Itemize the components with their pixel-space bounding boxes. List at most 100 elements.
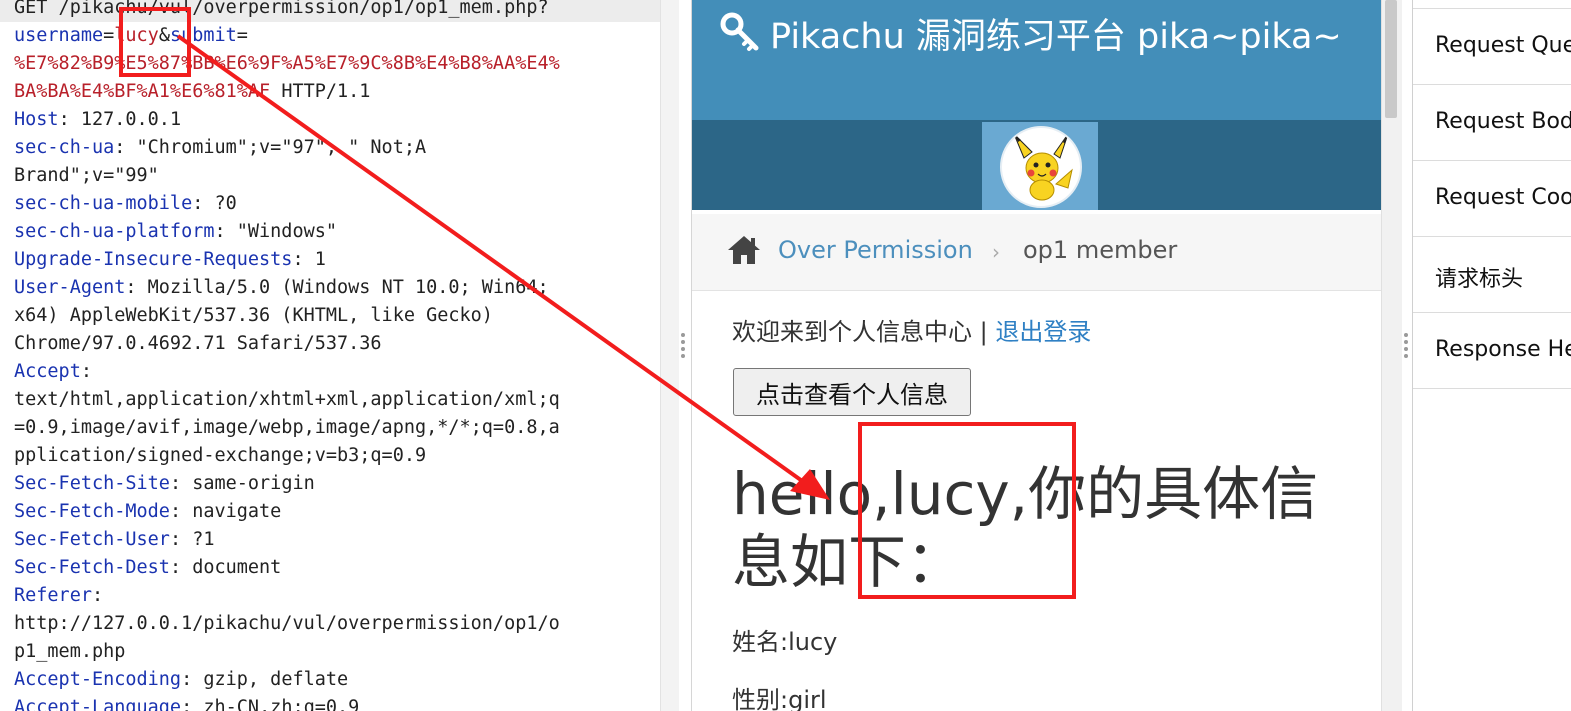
line-text: : navigate — [169, 501, 282, 522]
param-value: BA%BA%E4%BF%A1%E6%81%AF — [14, 81, 271, 102]
line-text: : gzip, deflate — [181, 669, 349, 690]
header-name: username — [14, 25, 104, 46]
header-name: sec-ch-ua-mobile — [14, 193, 193, 214]
line-text: pplication/signed-exchange;v=b3;q=0.9 — [14, 445, 427, 466]
header-name: Accept-Encoding — [14, 669, 182, 690]
gender-line: 性别:girl — [732, 686, 827, 711]
line-text: GET /pikachu/vul/overpermission/op1/op1_… — [14, 0, 549, 18]
request-line[interactable]: GET /pikachu/vul/overpermission/op1/op1_… — [14, 0, 560, 22]
request-line[interactable]: Sec-Fetch-Mode: navigate — [14, 498, 560, 526]
line-text: = — [236, 25, 248, 46]
line-text: = — [103, 25, 115, 46]
site-header: Pikachu 漏洞练习平台 pika~pika~ — [692, 0, 1382, 120]
view-info-button[interactable]: 点击查看个人信息 — [733, 368, 971, 416]
request-line[interactable]: pplication/signed-exchange;v=b3;q=0.9 — [14, 442, 560, 470]
line-text: : "Chromium";v="97", " Not;A — [114, 137, 427, 158]
request-scrollbar[interactable] — [660, 0, 679, 711]
request-line[interactable]: http://127.0.0.1/pikachu/vul/overpermiss… — [14, 610, 560, 638]
inspector-label: Request Bod — [1435, 109, 1571, 134]
line-text: : 1 — [292, 249, 326, 270]
breadcrumb-separator-icon: › — [992, 240, 1000, 264]
right-splitter-handle[interactable] — [1404, 333, 1408, 361]
line-text: : — [91, 585, 104, 606]
request-line[interactable]: sec-ch-ua-platform: "Windows" — [14, 218, 560, 246]
left-splitter-handle[interactable] — [681, 333, 685, 361]
header-name: submit — [169, 25, 237, 46]
home-icon[interactable] — [726, 234, 762, 266]
line-text: : document — [169, 557, 282, 578]
welcome-text: 欢迎来到个人信息中心 | — [732, 318, 996, 346]
request-lines[interactable]: GET /pikachu/vul/overpermission/op1/op1_… — [14, 0, 560, 711]
request-line[interactable]: Sec-Fetch-Dest: document — [14, 554, 560, 582]
inspector-label: 请求标头 — [1435, 267, 1524, 292]
line-text: : ?1 — [169, 529, 215, 550]
request-line[interactable]: Accept-Encoding: gzip, deflate — [14, 666, 560, 694]
header-name: Accept-Language — [14, 697, 182, 711]
request-editor[interactable]: GET /pikachu/vul/overpermission/op1/op1_… — [0, 0, 660, 711]
inspector-request-body[interactable]: Request Bod — [1413, 84, 1571, 160]
request-line[interactable]: Sec-Fetch-Site: same-origin — [14, 470, 560, 498]
inspector-request-cookies[interactable]: Request Coo — [1413, 160, 1571, 236]
request-line[interactable]: Referer: — [14, 582, 560, 610]
line-text: http://127.0.0.1/pikachu/vul/overpermiss… — [14, 613, 560, 634]
request-line[interactable]: Accept-Language: zh-CN,zh;q=0.9 — [14, 694, 560, 711]
line-text: : zh-CN,zh;q=0.9 — [181, 697, 360, 711]
inspector-label: Response He — [1435, 337, 1571, 362]
request-line[interactable]: =0.9,image/avif,image/webp,image/apng,*/… — [14, 414, 560, 442]
line-text: : ?0 — [192, 193, 237, 214]
request-line[interactable]: BA%BA%E4%BF%A1%E6%81%AF HTTP/1.1 — [14, 78, 560, 106]
request-line[interactable]: p1_mem.php — [14, 638, 560, 666]
line-text: Chrome/97.0.4692.71 Safari/537.36 — [14, 333, 382, 354]
render-scrollbar-thumb[interactable] — [1385, 0, 1397, 118]
inspector-request-query[interactable]: Request Que — [1413, 8, 1571, 84]
line-text: & — [158, 25, 170, 46]
hello-heading: hello,lucy,你的具体信息如下： — [732, 460, 1319, 596]
line-text: p1_mem.php — [14, 641, 126, 662]
line-text: =0.9,image/avif,image/webp,image/apng,*/… — [14, 417, 560, 438]
request-line[interactable]: Accept: — [14, 358, 560, 386]
header-name: Referer — [14, 585, 92, 606]
line-text: : Mozilla/5.0 (Windows NT 10.0; Win64; — [125, 277, 549, 298]
line-text: : same-origin — [169, 473, 315, 494]
request-line[interactable]: text/html,application/xhtml+xml,applicat… — [14, 386, 560, 414]
request-line[interactable]: %E7%82%B9%E5%87%BB%E6%9F%A5%E7%9C%8B%E4%… — [14, 50, 560, 78]
breadcrumb-current-page: op1 member — [1023, 236, 1178, 264]
header-name: Upgrade-Insecure-Requests — [14, 249, 293, 270]
pikachu-avatar — [1000, 126, 1082, 208]
request-line[interactable]: Brand";v="99" — [14, 162, 560, 190]
inspector-label: Request Coo — [1435, 185, 1571, 210]
inspector-response-headers[interactable]: Response He — [1413, 312, 1571, 389]
line-text: text/html,application/xhtml+xml,applicat… — [14, 389, 560, 410]
header-name: Accept — [14, 361, 81, 382]
inspector-request-headers[interactable]: 请求标头 — [1413, 236, 1571, 312]
request-line[interactable]: User-Agent: Mozilla/5.0 (Windows NT 10.0… — [14, 274, 560, 302]
param-value: lucy — [114, 25, 159, 46]
request-line[interactable]: Chrome/97.0.4692.71 Safari/537.36 — [14, 330, 560, 358]
site-title: Pikachu 漏洞练习平台 pika~pika~ — [720, 12, 1360, 61]
breadcrumb: Over Permission › op1 member — [692, 214, 1382, 291]
header-name: User-Agent — [14, 277, 126, 298]
site-subnav — [692, 120, 1382, 210]
welcome-line: 欢迎来到个人信息中心 | 退出登录 — [732, 312, 1091, 347]
header-name: Sec-Fetch-User — [14, 529, 170, 550]
inspector-label: Request Que — [1435, 33, 1571, 58]
line-text: HTTP/1.1 — [270, 81, 371, 102]
inspector-panel: Request Que Request Bod Request Coo 请求标头… — [1412, 0, 1571, 711]
user-avatar-box[interactable] — [982, 122, 1098, 210]
logout-link[interactable]: 退出登录 — [995, 318, 1091, 346]
request-line[interactable]: username=lucy&submit= — [14, 22, 560, 50]
line-text: Brand";v="99" — [14, 165, 159, 186]
header-name: Sec-Fetch-Dest — [14, 557, 170, 578]
param-value: %E7%82%B9%E5%87%BB%E6%9F%A5%E7%9C%8B%E4%… — [14, 53, 560, 74]
request-line[interactable]: Host: 127.0.0.1 — [14, 106, 560, 134]
breadcrumb-over-permission[interactable]: Over Permission — [778, 236, 973, 264]
header-name: sec-ch-ua — [14, 137, 115, 158]
request-line[interactable]: x64) AppleWebKit/537.36 (KHTML, like Gec… — [14, 302, 560, 330]
line-text: : — [80, 361, 92, 382]
request-line[interactable]: Sec-Fetch-User: ?1 — [14, 526, 560, 554]
header-name: Host — [14, 109, 59, 130]
request-line[interactable]: sec-ch-ua: "Chromium";v="97", " Not;A — [14, 134, 560, 162]
site-title-text: Pikachu 漏洞练习平台 pika~pika~ — [770, 17, 1342, 57]
request-line[interactable]: Upgrade-Insecure-Requests: 1 — [14, 246, 560, 274]
request-line[interactable]: sec-ch-ua-mobile: ?0 — [14, 190, 560, 218]
